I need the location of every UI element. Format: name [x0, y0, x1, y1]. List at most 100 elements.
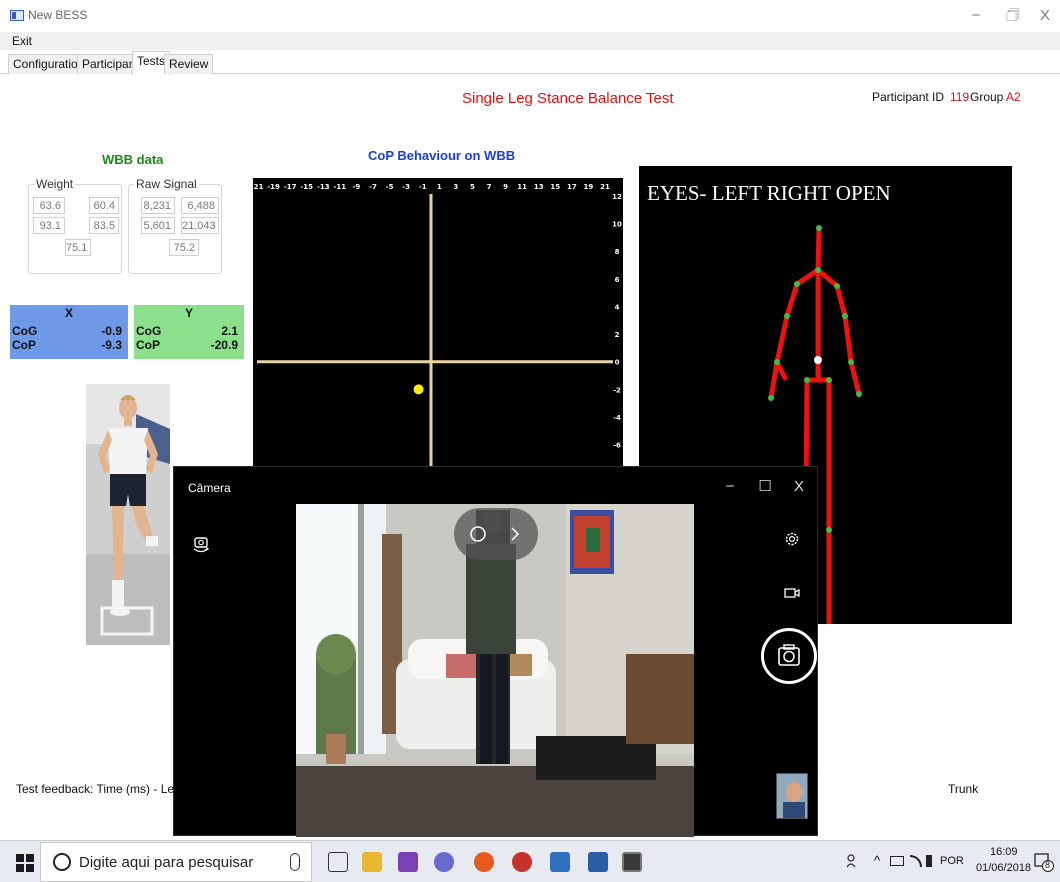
trunk-label: Trunk — [948, 782, 979, 796]
joint-right-knee — [826, 527, 832, 533]
people-icon[interactable] — [846, 853, 860, 869]
bone-neck — [815, 225, 822, 273]
chrome-icon[interactable] — [474, 852, 494, 872]
menu-bar: Exit — [0, 32, 1060, 50]
photo-shutter-button[interactable] — [761, 628, 817, 684]
y-tick-label: 10 — [612, 221, 622, 229]
word-icon[interactable] — [588, 852, 608, 872]
paint-app-icon[interactable] — [434, 852, 454, 872]
x-tick-label: -17 — [284, 183, 297, 191]
notification-count: 8 — [1045, 860, 1051, 870]
maximize-button[interactable]: 🗇 — [995, 4, 1031, 28]
joint-right-hand — [856, 391, 862, 397]
x-cog-value: -0.9 — [101, 324, 122, 338]
video-mode-icon[interactable] — [784, 586, 800, 600]
wbb-data-title: WBB data — [102, 152, 164, 167]
eyes-state-label: EYES- LEFT RIGHT OPEN — [647, 181, 891, 205]
volume-icon[interactable] — [926, 855, 936, 867]
camera-viewfinder — [296, 504, 694, 837]
x-tick-label: -13 — [317, 183, 330, 191]
video-camera-glyph — [784, 588, 800, 598]
cop-data-point — [413, 384, 424, 395]
x-cop-label: CoP — [12, 338, 36, 352]
cop-chart-svg: -21-19-17-15-13-11-9-7-5-3-1135791113151… — [251, 183, 622, 477]
visual-studio-icon[interactable] — [398, 852, 418, 872]
app-window-icon[interactable] — [550, 852, 570, 872]
x-tick-label: 19 — [584, 183, 594, 191]
bone-left-hand — [768, 359, 780, 401]
bone-right-hand — [848, 359, 862, 397]
stance-figure-illustration — [86, 384, 170, 645]
x-tick-label: -1 — [419, 183, 427, 191]
raw-signal-group: Raw Signal 8,231 6,488 5,601 21,043 75.2 — [128, 177, 222, 274]
windows-logo-glyph — [16, 854, 34, 872]
notification-center-icon[interactable]: 8 — [1034, 852, 1054, 872]
x-tick-label: -5 — [386, 183, 394, 191]
camera-app-icon[interactable] — [622, 852, 642, 872]
y-tick-label: -6 — [613, 442, 621, 450]
raw-total: 75.2 — [169, 239, 199, 256]
camera-maximize-button[interactable]: ☐ — [750, 475, 780, 499]
y-cop-value: -20.9 — [210, 338, 238, 352]
weight-legend: Weight — [34, 177, 76, 191]
weight-bottom-left: 93.1 — [33, 217, 65, 234]
participant-id-value: 119 — [950, 90, 970, 104]
close-button[interactable]: X — [1030, 4, 1060, 28]
joint-right-wrist — [848, 359, 854, 365]
camera-icon — [778, 644, 800, 666]
minimize-button[interactable]: − — [958, 4, 994, 28]
joint-left-hip — [804, 377, 810, 383]
task-view-icon[interactable] — [328, 852, 348, 872]
tab-strip: Configuration Participants Tests Review — [0, 50, 1060, 75]
x-tick-label: 11 — [517, 183, 527, 191]
joint-left-shoulder — [794, 281, 800, 287]
x-values-box: X CoG -0.9 CoP -9.3 — [10, 305, 128, 359]
taskbar-search-box[interactable]: Digite aqui para pesquisar — [40, 842, 312, 882]
joint-neck — [815, 267, 821, 273]
x-heading: X — [64, 306, 73, 320]
window-title: New BESS — [28, 8, 88, 22]
cop-plot: -21-19-17-15-13-11-9-7-5-3-1135791113151… — [251, 178, 623, 477]
camera-settings-icon[interactable] — [783, 530, 801, 548]
notification-glyph — [1034, 853, 1054, 872]
app-shield-icon[interactable] — [512, 852, 532, 872]
y-tick-label: 2 — [615, 331, 620, 339]
switch-camera-icon[interactable] — [190, 533, 212, 555]
raw-bottom-right: 21,043 — [181, 217, 219, 234]
clock-date[interactable]: 01/06/2018 — [976, 862, 1031, 874]
microphone-icon[interactable] — [290, 853, 300, 871]
camera-close-button[interactable]: X — [784, 475, 814, 499]
file-explorer-icon[interactable] — [362, 852, 382, 872]
language-indicator[interactable]: POR — [940, 855, 964, 867]
camera-scene — [296, 504, 694, 837]
group-value: A2 — [1006, 90, 1021, 104]
chevron-up-icon[interactable]: ^ — [874, 853, 880, 868]
x-tick-label: 13 — [534, 183, 544, 191]
camera-minimize-button[interactable]: − — [715, 475, 745, 499]
people-glyph — [846, 854, 856, 868]
cortana-ring-icon — [53, 853, 71, 871]
tab-review[interactable]: Review — [164, 54, 214, 74]
joint-left-wrist — [774, 359, 780, 365]
raw-signal-legend: Raw Signal — [134, 177, 199, 191]
joint-left-hand — [768, 395, 774, 401]
camera-window[interactable]: Câmera − ☐ X — [173, 466, 818, 837]
clock-time[interactable]: 16:09 — [990, 846, 1018, 858]
weight-group: Weight 63.6 60.4 93.1 83.5 75.1 — [28, 177, 122, 274]
x-cog-label: CoG — [12, 324, 38, 338]
x-tick-label: -7 — [369, 183, 377, 191]
bone-left-shoulder — [794, 267, 821, 287]
switch-camera-glyph — [193, 537, 210, 553]
center-of-mass-marker — [814, 356, 822, 364]
test-title: Single Leg Stance Balance Test — [462, 90, 674, 107]
network-icon[interactable] — [890, 856, 904, 866]
last-photo-thumbnail[interactable] — [776, 773, 808, 819]
raw-top-left: 8,231 — [141, 197, 175, 214]
bone-left-forearm — [774, 313, 790, 365]
weight-top-right: 60.4 — [89, 197, 119, 214]
menu-exit[interactable]: Exit — [12, 34, 32, 48]
joint-right-elbow — [842, 313, 848, 319]
app-icon — [10, 10, 24, 21]
windows-start-icon[interactable] — [16, 854, 34, 872]
wifi-icon[interactable] — [910, 855, 922, 867]
